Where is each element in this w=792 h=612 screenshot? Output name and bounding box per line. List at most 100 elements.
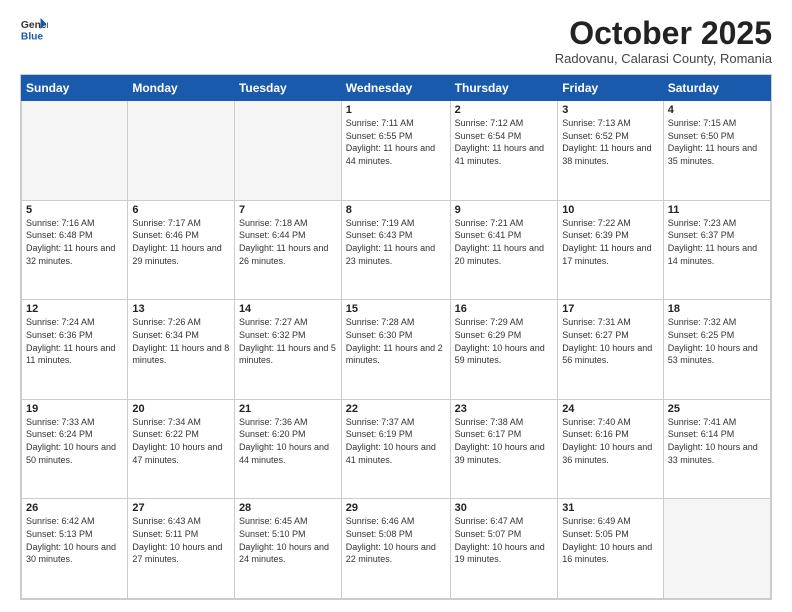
day-info: Sunrise: 7:41 AMSunset: 6:14 PMDaylight:… [668,416,766,466]
cal-cell-3-2: 21Sunrise: 7:36 AMSunset: 6:20 PMDayligh… [234,399,341,499]
day-number: 26 [26,502,123,514]
cal-cell-1-5: 10Sunrise: 7:22 AMSunset: 6:39 PMDayligh… [558,200,664,300]
day-number: 12 [26,303,123,315]
day-number: 15 [346,303,446,315]
day-info: Sunrise: 7:17 AMSunset: 6:46 PMDaylight:… [132,217,230,267]
day-number: 2 [455,104,554,116]
cal-cell-3-3: 22Sunrise: 7:37 AMSunset: 6:19 PMDayligh… [341,399,450,499]
day-number: 24 [562,403,659,415]
day-info: Sunrise: 7:33 AMSunset: 6:24 PMDaylight:… [26,416,123,466]
cal-cell-4-5: 31Sunrise: 6:49 AMSunset: 5:05 PMDayligh… [558,499,664,599]
cal-cell-2-6: 18Sunrise: 7:32 AMSunset: 6:25 PMDayligh… [663,300,770,400]
col-wednesday: Wednesday [341,76,450,101]
cal-cell-4-6 [663,499,770,599]
cal-cell-2-2: 14Sunrise: 7:27 AMSunset: 6:32 PMDayligh… [234,300,341,400]
cal-cell-0-6: 4Sunrise: 7:15 AMSunset: 6:50 PMDaylight… [663,101,770,201]
day-info: Sunrise: 7:40 AMSunset: 6:16 PMDaylight:… [562,416,659,466]
day-info: Sunrise: 7:15 AMSunset: 6:50 PMDaylight:… [668,117,766,167]
cal-cell-1-0: 5Sunrise: 7:16 AMSunset: 6:48 PMDaylight… [22,200,128,300]
cal-cell-4-3: 29Sunrise: 6:46 AMSunset: 5:08 PMDayligh… [341,499,450,599]
cal-cell-1-1: 6Sunrise: 7:17 AMSunset: 6:46 PMDaylight… [128,200,235,300]
header-row: Sunday Monday Tuesday Wednesday Thursday… [22,76,771,101]
day-number: 27 [132,502,230,514]
day-info: Sunrise: 7:11 AMSunset: 6:55 PMDaylight:… [346,117,446,167]
day-number: 1 [346,104,446,116]
cal-cell-0-3: 1Sunrise: 7:11 AMSunset: 6:55 PMDaylight… [341,101,450,201]
day-info: Sunrise: 7:22 AMSunset: 6:39 PMDaylight:… [562,217,659,267]
cal-cell-0-0 [22,101,128,201]
cal-cell-4-0: 26Sunrise: 6:42 AMSunset: 5:13 PMDayligh… [22,499,128,599]
cal-cell-0-5: 3Sunrise: 7:13 AMSunset: 6:52 PMDaylight… [558,101,664,201]
header: General Blue October 2025 Radovanu, Cala… [20,16,772,66]
col-tuesday: Tuesday [234,76,341,101]
day-number: 16 [455,303,554,315]
day-number: 8 [346,204,446,216]
col-saturday: Saturday [663,76,770,101]
day-number: 14 [239,303,337,315]
week-row-4: 26Sunrise: 6:42 AMSunset: 5:13 PMDayligh… [22,499,771,599]
day-number: 28 [239,502,337,514]
week-row-1: 5Sunrise: 7:16 AMSunset: 6:48 PMDaylight… [22,200,771,300]
cal-cell-3-4: 23Sunrise: 7:38 AMSunset: 6:17 PMDayligh… [450,399,558,499]
day-number: 31 [562,502,659,514]
day-info: Sunrise: 7:12 AMSunset: 6:54 PMDaylight:… [455,117,554,167]
day-info: Sunrise: 6:43 AMSunset: 5:11 PMDaylight:… [132,515,230,565]
day-info: Sunrise: 7:34 AMSunset: 6:22 PMDaylight:… [132,416,230,466]
day-number: 11 [668,204,766,216]
logo-icon: General Blue [20,16,48,44]
cal-cell-0-1 [128,101,235,201]
col-thursday: Thursday [450,76,558,101]
day-number: 13 [132,303,230,315]
cal-cell-3-1: 20Sunrise: 7:34 AMSunset: 6:22 PMDayligh… [128,399,235,499]
day-info: Sunrise: 6:42 AMSunset: 5:13 PMDaylight:… [26,515,123,565]
day-info: Sunrise: 7:31 AMSunset: 6:27 PMDaylight:… [562,316,659,366]
day-info: Sunrise: 7:37 AMSunset: 6:19 PMDaylight:… [346,416,446,466]
day-number: 9 [455,204,554,216]
day-number: 29 [346,502,446,514]
title-block: October 2025 Radovanu, Calarasi County, … [555,16,772,66]
cal-cell-1-6: 11Sunrise: 7:23 AMSunset: 6:37 PMDayligh… [663,200,770,300]
cal-cell-2-4: 16Sunrise: 7:29 AMSunset: 6:29 PMDayligh… [450,300,558,400]
day-number: 7 [239,204,337,216]
day-info: Sunrise: 6:49 AMSunset: 5:05 PMDaylight:… [562,515,659,565]
page: General Blue October 2025 Radovanu, Cala… [0,0,792,612]
day-number: 21 [239,403,337,415]
day-number: 25 [668,403,766,415]
day-number: 3 [562,104,659,116]
day-info: Sunrise: 6:45 AMSunset: 5:10 PMDaylight:… [239,515,337,565]
col-sunday: Sunday [22,76,128,101]
day-info: Sunrise: 7:28 AMSunset: 6:30 PMDaylight:… [346,316,446,366]
day-info: Sunrise: 6:46 AMSunset: 5:08 PMDaylight:… [346,515,446,565]
day-number: 22 [346,403,446,415]
cal-cell-2-1: 13Sunrise: 7:26 AMSunset: 6:34 PMDayligh… [128,300,235,400]
day-number: 18 [668,303,766,315]
cal-cell-4-2: 28Sunrise: 6:45 AMSunset: 5:10 PMDayligh… [234,499,341,599]
cal-cell-1-2: 7Sunrise: 7:18 AMSunset: 6:44 PMDaylight… [234,200,341,300]
day-number: 17 [562,303,659,315]
cal-cell-2-0: 12Sunrise: 7:24 AMSunset: 6:36 PMDayligh… [22,300,128,400]
day-info: Sunrise: 7:26 AMSunset: 6:34 PMDaylight:… [132,316,230,366]
cal-cell-2-3: 15Sunrise: 7:28 AMSunset: 6:30 PMDayligh… [341,300,450,400]
svg-text:Blue: Blue [21,31,44,42]
cal-cell-0-4: 2Sunrise: 7:12 AMSunset: 6:54 PMDaylight… [450,101,558,201]
day-number: 5 [26,204,123,216]
day-info: Sunrise: 7:24 AMSunset: 6:36 PMDaylight:… [26,316,123,366]
day-info: Sunrise: 7:23 AMSunset: 6:37 PMDaylight:… [668,217,766,267]
col-friday: Friday [558,76,664,101]
cal-cell-1-3: 8Sunrise: 7:19 AMSunset: 6:43 PMDaylight… [341,200,450,300]
col-monday: Monday [128,76,235,101]
day-info: Sunrise: 7:19 AMSunset: 6:43 PMDaylight:… [346,217,446,267]
logo: General Blue [20,16,48,44]
cal-cell-0-2 [234,101,341,201]
week-row-3: 19Sunrise: 7:33 AMSunset: 6:24 PMDayligh… [22,399,771,499]
week-row-2: 12Sunrise: 7:24 AMSunset: 6:36 PMDayligh… [22,300,771,400]
cal-cell-2-5: 17Sunrise: 7:31 AMSunset: 6:27 PMDayligh… [558,300,664,400]
day-info: Sunrise: 7:29 AMSunset: 6:29 PMDaylight:… [455,316,554,366]
day-info: Sunrise: 7:36 AMSunset: 6:20 PMDaylight:… [239,416,337,466]
day-info: Sunrise: 7:38 AMSunset: 6:17 PMDaylight:… [455,416,554,466]
day-number: 6 [132,204,230,216]
cal-cell-4-1: 27Sunrise: 6:43 AMSunset: 5:11 PMDayligh… [128,499,235,599]
month-title: October 2025 [555,16,772,51]
day-number: 23 [455,403,554,415]
cal-cell-1-4: 9Sunrise: 7:21 AMSunset: 6:41 PMDaylight… [450,200,558,300]
